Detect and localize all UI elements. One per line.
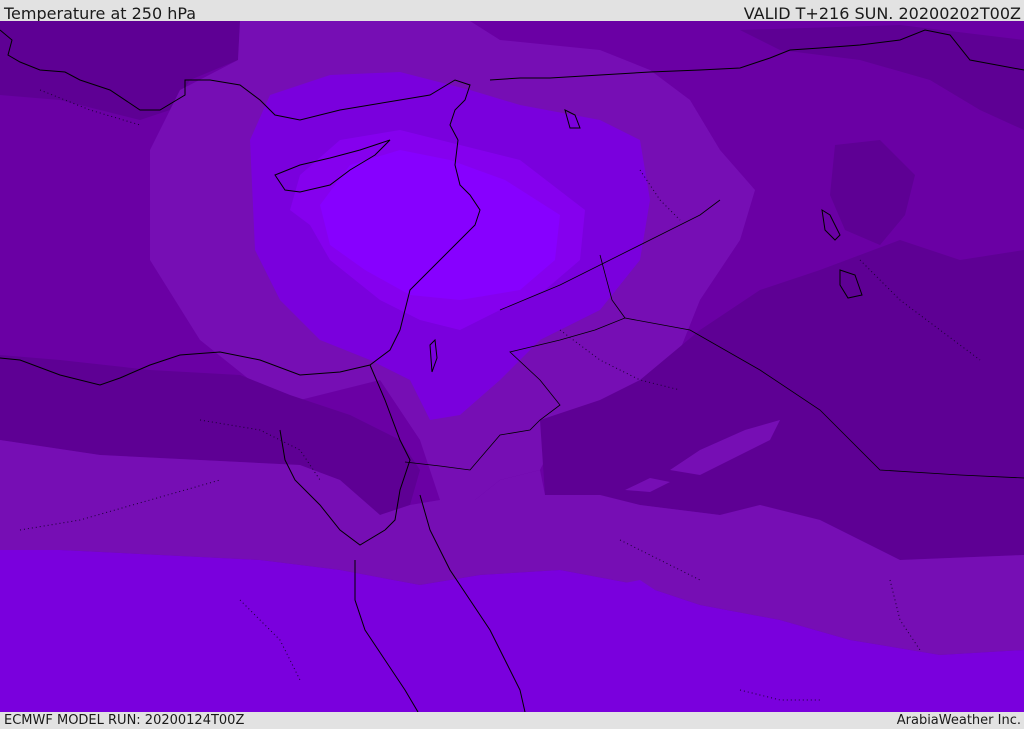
credit: ArabiaWeather Inc. — [896, 713, 1021, 728]
model-run: ECMWF MODEL RUN: 20200124T00Z — [4, 713, 245, 728]
footer-bar: ECMWF MODEL RUN: 20200124T00Z ArabiaWeat… — [0, 712, 1024, 729]
header-bar: Temperature at 250 hPa VALID T+216 SUN. … — [0, 0, 1024, 23]
temperature-map[interactable] — [0, 21, 1024, 712]
